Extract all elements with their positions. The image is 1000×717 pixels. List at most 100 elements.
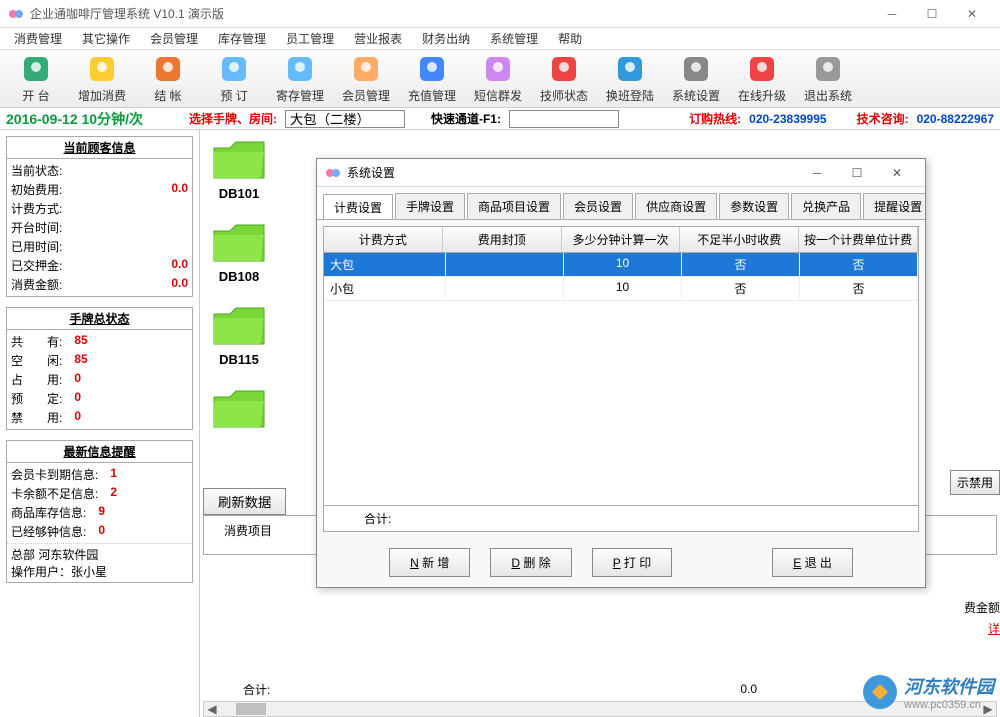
toolbar-button[interactable]: 寄存管理	[270, 52, 330, 106]
alerts-panel: 最新信息提醒 会员卡到期信息:1卡余额不足信息:2商品库存信息:9已经够钟信息:…	[6, 440, 193, 583]
room-select-input[interactable]	[285, 110, 405, 128]
toolbar-button[interactable]: 退出系统	[798, 52, 858, 106]
room-folder-list: DB101 DB108 DB115	[210, 138, 268, 455]
toolbar-label: 短信群发	[474, 87, 522, 104]
maximize-button[interactable]: ☐	[912, 0, 952, 28]
toolbar-button[interactable]: 会员管理	[336, 52, 396, 106]
add-button[interactable]: N N 新 增新 增	[389, 548, 470, 577]
medal2-icon	[746, 53, 778, 85]
toolbar-label: 结 帐	[154, 87, 181, 104]
grid-column-header[interactable]: 不足半小时收费	[680, 227, 799, 252]
chat-icon	[416, 53, 448, 85]
panel-row: 当前状态:	[11, 161, 188, 180]
delete-button[interactable]: D 删 除	[490, 548, 571, 577]
refresh-button[interactable]: 刷新数据	[203, 488, 286, 515]
settings-tab[interactable]: 供应商设置	[635, 193, 717, 219]
settings-tab[interactable]: 参数设置	[719, 193, 789, 219]
toolbar-button[interactable]: 技师状态	[534, 52, 594, 106]
row-key: 预 定:	[11, 390, 62, 407]
grid-body[interactable]: 大包10否否小包10否否	[324, 253, 918, 505]
notepad2-icon	[284, 53, 316, 85]
panel-row: 空 闲: 85	[11, 351, 188, 370]
settings-tab[interactable]: 提醒设置	[863, 193, 925, 219]
menu-item[interactable]: 系统管理	[480, 28, 548, 49]
room-folder[interactable]	[210, 387, 268, 435]
menu-item[interactable]: 员工管理	[276, 28, 344, 49]
toolbar-button[interactable]: 结 帐	[138, 52, 198, 106]
toolbar-button[interactable]: 增加消费	[72, 52, 132, 106]
row-key: 空 闲:	[11, 352, 62, 369]
folder-icon	[210, 304, 268, 348]
gear-icon	[812, 53, 844, 85]
grid-header: 计费方式费用封顶多少分钟计算一次不足半小时收费按一个计费单位计费	[324, 227, 918, 253]
settings-tab[interactable]: 商品项目设置	[467, 193, 561, 219]
exit-button[interactable]: E 退 出	[772, 548, 853, 577]
panel-row: 已用时间:	[11, 237, 188, 256]
dialog-icon	[325, 165, 341, 181]
settings-tab[interactable]: 计费设置	[323, 194, 393, 220]
toolbar-label: 技师状态	[540, 87, 588, 104]
menu-item[interactable]: 会员管理	[140, 28, 208, 49]
panel-row: 已交押金:0.0	[11, 256, 188, 275]
panel-row: 计费方式:	[11, 199, 188, 218]
room-folder[interactable]: DB115	[210, 304, 268, 367]
settings-tab[interactable]: 手牌设置	[395, 193, 465, 219]
toolbar-button[interactable]: 系统设置	[666, 52, 726, 106]
toolbar-button[interactable]: 换班登陆	[600, 52, 660, 106]
menu-item[interactable]: 消费管理	[4, 28, 72, 49]
menu-item[interactable]: 帮助	[548, 28, 592, 49]
detail-link-partial[interactable]: 详	[950, 620, 1000, 637]
close-button[interactable]: ✕	[952, 0, 992, 28]
tags-panel-title: 手牌总状态	[7, 308, 192, 330]
row-value: 0.0	[171, 181, 188, 198]
grid-column-header[interactable]: 计费方式	[324, 227, 443, 252]
horizontal-scrollbar[interactable]: ◀ ▶	[203, 701, 997, 717]
window-title: 企业通咖啡厅管理系统 V10.1 演示版	[30, 5, 872, 22]
row-key: 禁 用:	[11, 409, 62, 426]
dialog-buttons: N N 新 增新 增 D 删 除 P 打 印 E 退 出	[317, 538, 925, 587]
grid-column-header[interactable]: 按一个计费单位计费	[799, 227, 918, 252]
row-value: 85	[74, 352, 87, 369]
menu-item[interactable]: 库存管理	[208, 28, 276, 49]
row-value: 9	[98, 504, 105, 521]
print-button[interactable]: P 打 印	[592, 548, 672, 577]
scroll-thumb[interactable]	[236, 703, 266, 715]
scroll-right-icon[interactable]: ▶	[980, 702, 996, 716]
toolbar-button[interactable]: 开 台	[6, 52, 66, 106]
grid-row[interactable]: 小包10否否	[324, 277, 918, 301]
coins-icon	[86, 53, 118, 85]
menu-item[interactable]: 财务出纳	[412, 28, 480, 49]
receipt-icon	[152, 53, 184, 85]
room-folder[interactable]: DB101	[210, 138, 268, 201]
settings-tab[interactable]: 兑换产品	[791, 193, 861, 219]
menu-item[interactable]: 其它操作	[72, 28, 140, 49]
room-folder[interactable]: DB108	[210, 221, 268, 284]
panel-row: 占 用:0	[11, 370, 188, 389]
dialog-maximize-button[interactable]: ☐	[837, 160, 877, 186]
grid-column-header[interactable]: 多少分钟计算一次	[562, 227, 681, 252]
toolbar-label: 开 台	[22, 87, 49, 104]
toolbar-button[interactable]: 短信群发	[468, 52, 528, 106]
row-key: 已用时间:	[11, 238, 62, 255]
grid-column-header[interactable]: 费用封顶	[443, 227, 562, 252]
people2-icon	[350, 53, 382, 85]
folder-icon	[210, 138, 268, 182]
toolbar-label: 增加消费	[78, 87, 126, 104]
grid-row[interactable]: 大包10否否	[324, 253, 918, 277]
settings-tab[interactable]: 会员设置	[563, 193, 633, 219]
toolbar-button[interactable]: 预 订	[204, 52, 264, 106]
disable-button-partial[interactable]: 示禁用	[950, 470, 1000, 495]
quick-channel-input[interactable]	[509, 110, 619, 128]
scroll-left-icon[interactable]: ◀	[204, 702, 220, 716]
dialog-close-button[interactable]: ✕	[877, 160, 917, 186]
toolbar-label: 寄存管理	[276, 87, 324, 104]
toolbar: 开 台 增加消费 结 帐 预 订寄存管理会员管理充值管理短信群发 技师状态换班登陆系统设…	[0, 50, 1000, 108]
row-value: 85	[74, 333, 87, 350]
minimize-button[interactable]: ─	[872, 0, 912, 28]
grid-cell	[446, 277, 564, 300]
dialog-minimize-button[interactable]: ─	[797, 160, 837, 186]
toolbar-button[interactable]: 在线升级	[732, 52, 792, 106]
row-value: 0.0	[171, 276, 188, 293]
menu-item[interactable]: 营业报表	[344, 28, 412, 49]
toolbar-button[interactable]: 充值管理	[402, 52, 462, 106]
